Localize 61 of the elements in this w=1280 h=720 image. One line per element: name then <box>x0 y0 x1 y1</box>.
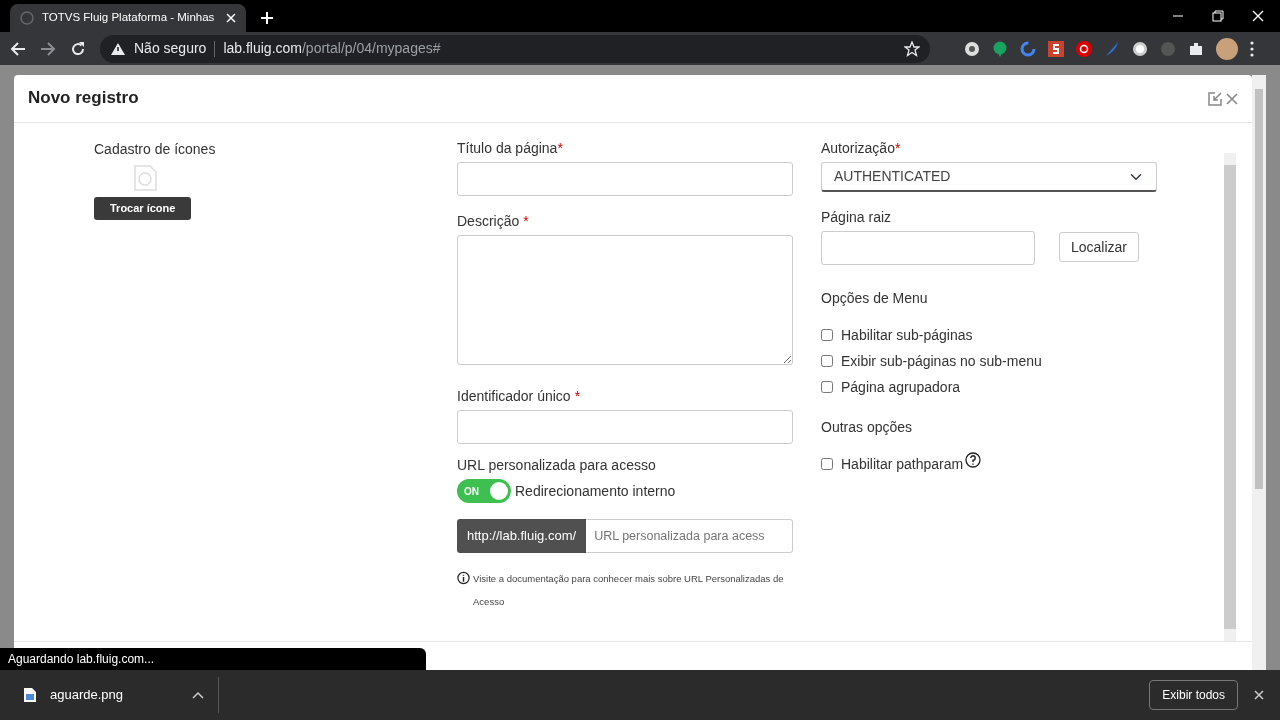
show-all-button[interactable]: Exibir todos <box>1149 680 1238 710</box>
browser-tab[interactable]: TOTVS Fluig Plataforma - Minhas <box>10 4 246 32</box>
close-icon[interactable] <box>1254 690 1264 700</box>
required-mark: * <box>573 388 581 404</box>
checkbox-label: Exibir sub-páginas no sub-menu <box>841 351 1042 371</box>
star-icon[interactable] <box>904 40 920 57</box>
plus-icon[interactable] <box>260 11 274 25</box>
chevron-up-icon[interactable] <box>192 691 204 699</box>
field-label: URL personalizada para acesso <box>457 456 657 475</box>
status-text: Aguardando lab.fluig.com... <box>0 648 426 670</box>
field-label: Título da página* <box>457 139 564 158</box>
checkbox-label: Habilitar sub-páginas <box>841 325 973 345</box>
file-name[interactable]: aguarde.png <box>50 685 123 705</box>
checkbox-label: Página agrupadora <box>841 377 961 397</box>
url-text: lab.fluig.com/portal/p/04/mypages# <box>223 39 441 58</box>
section-heading: Outras opções <box>821 418 914 437</box>
checkbox[interactable] <box>821 458 833 470</box>
help-icon[interactable] <box>965 452 982 468</box>
scrollbar[interactable] <box>1255 89 1263 489</box>
field-label: Autorização* <box>821 139 902 158</box>
more-icon[interactable] <box>1250 40 1254 57</box>
image-file-icon <box>24 688 36 702</box>
dropdown[interactable]: AUTHENTICATED <box>821 162 1157 192</box>
info-icon <box>457 571 471 585</box>
text-input[interactable] <box>821 231 1035 265</box>
checkbox[interactable] <box>821 381 833 393</box>
toggle-label: Redirecionamento interno <box>515 481 676 501</box>
avatar-icon[interactable] <box>1216 37 1238 60</box>
extension-icon[interactable] <box>1048 40 1064 57</box>
checkbox-label: Habilitar pathparam <box>841 454 964 474</box>
checkbox[interactable] <box>821 355 833 367</box>
required-mark: * <box>522 213 529 229</box>
reload-icon[interactable] <box>70 40 86 57</box>
warning-icon <box>110 41 126 56</box>
extension-icon[interactable] <box>1076 40 1092 57</box>
back-arrow-icon[interactable] <box>10 40 26 57</box>
checkbox[interactable] <box>821 329 833 341</box>
field-label: Cadastro de ícones <box>94 140 216 159</box>
circle-icon[interactable] <box>1132 40 1148 57</box>
security-label: Não seguro <box>134 39 207 58</box>
popout-icon[interactable] <box>1208 91 1222 106</box>
field-label: Página raiz <box>821 208 893 227</box>
address-bar[interactable]: Não seguro lab.fluig.com/portal/p/04/mypages# <box>100 34 930 63</box>
modal-title: Novo registro <box>28 88 139 109</box>
field-label: Identificador único * <box>457 387 582 406</box>
change-icon-button[interactable]: Trocar ícone <box>94 197 192 220</box>
text-input[interactable] <box>457 162 793 196</box>
puzzle-icon[interactable] <box>1188 40 1204 57</box>
forward-arrow-icon[interactable] <box>40 40 56 57</box>
placeholder-image-icon <box>133 165 157 191</box>
field-label: Descrição * <box>457 212 530 231</box>
help-note: Visite a documentação para conhecer mais sobre URL Personalizadas de Acesso <box>473 572 785 609</box>
chat-bubble-icon[interactable] <box>992 40 1008 57</box>
section-heading: Opções de Menu <box>821 289 929 308</box>
url-prefix: http://lab.fluig.com/ <box>457 519 587 553</box>
text-input[interactable] <box>457 410 793 444</box>
required-mark: * <box>557 140 563 156</box>
url-input[interactable]: URL personalizada para acess <box>586 519 793 553</box>
restore-icon[interactable] <box>1212 10 1224 22</box>
find-button[interactable]: Localizar <box>1059 232 1140 262</box>
scrollbar[interactable] <box>1224 153 1236 641</box>
